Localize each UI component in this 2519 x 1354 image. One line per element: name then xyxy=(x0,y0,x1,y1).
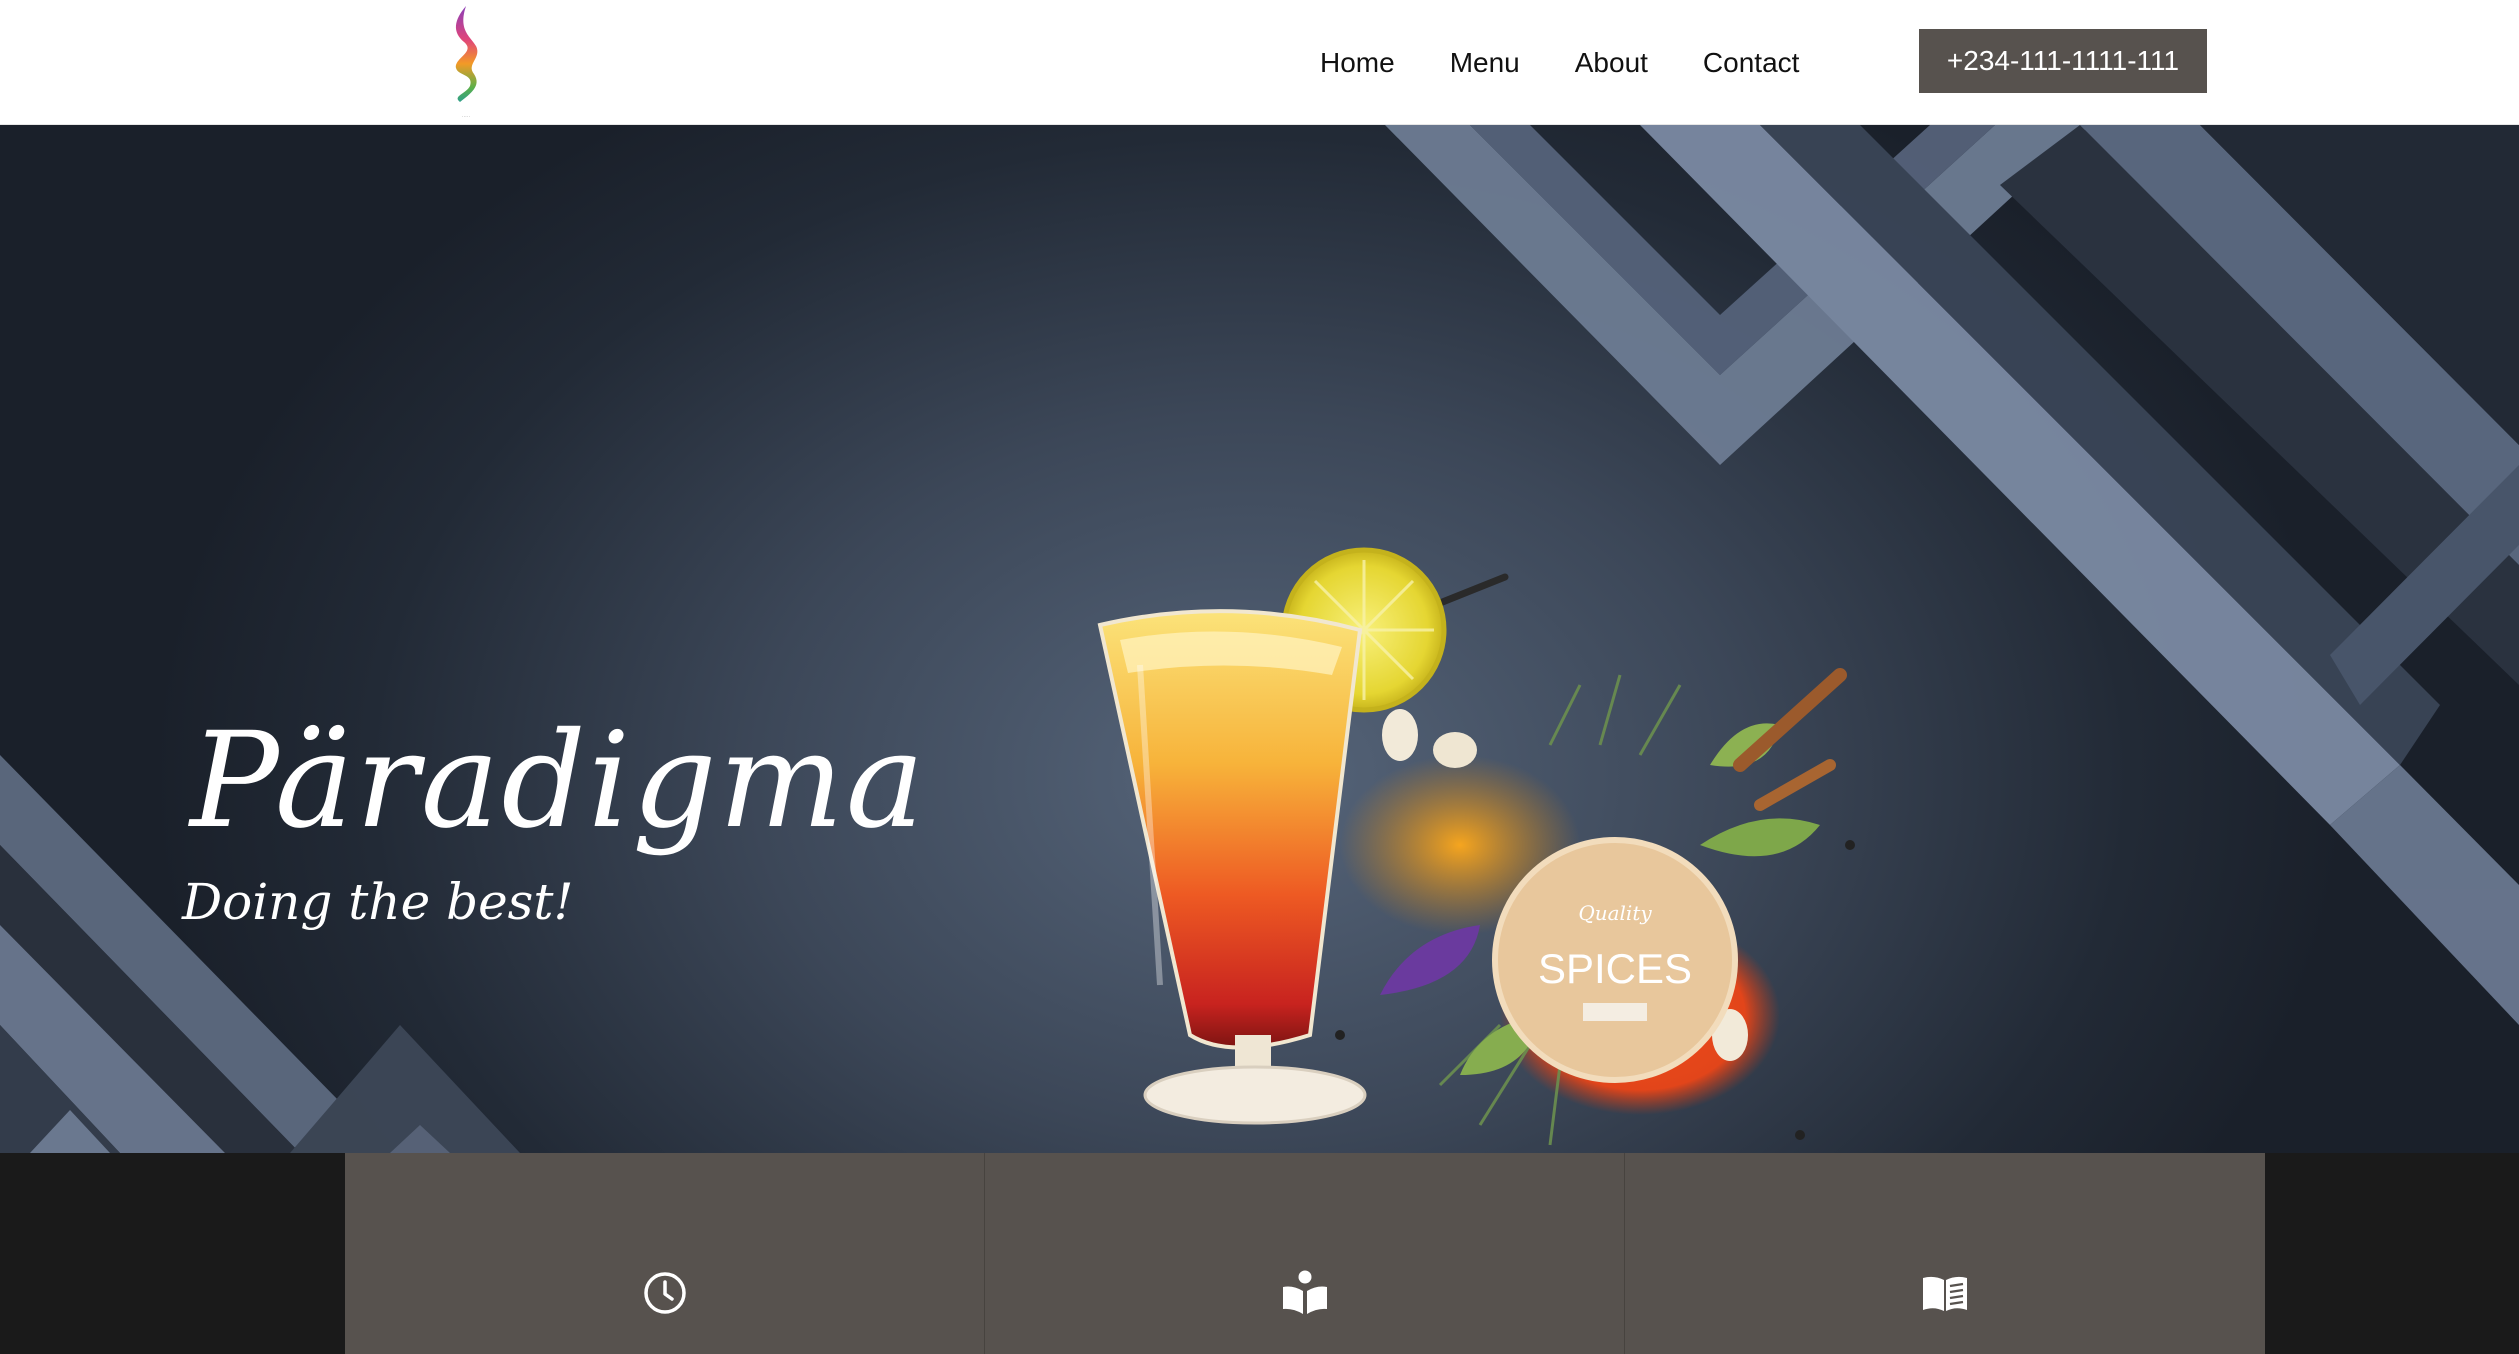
hero-tagline: Doing the best! xyxy=(182,873,574,931)
feature-card-menu[interactable] xyxy=(1625,1153,2265,1354)
spice-badge-main: SPICES xyxy=(1538,945,1692,992)
open-book-reader-icon xyxy=(1282,1270,1327,1314)
feature-card-hours[interactable] xyxy=(345,1153,985,1354)
hero-title: Päradigma xyxy=(190,704,927,858)
spice-badge-top: Quality xyxy=(1578,901,1652,925)
brand-logo-icon[interactable]: ····· xyxy=(436,2,496,122)
main-nav: Home Menu About Contact xyxy=(1320,0,1854,125)
nav-contact-link[interactable]: Contact xyxy=(1703,48,1800,77)
cocktail-spices-image: Quality SPICES xyxy=(1097,547,1855,1146)
svg-text:·····: ····· xyxy=(462,114,471,120)
phone-button[interactable]: +234-111-1111-111 xyxy=(1919,29,2207,93)
site-header: ····· Home Menu About Contact +234-111-1… xyxy=(0,0,2519,125)
feature-strip xyxy=(0,1153,2519,1354)
feature-card-reading[interactable] xyxy=(985,1153,1625,1354)
menu-book-icon xyxy=(1923,1276,1967,1311)
nav-about-link[interactable]: About xyxy=(1575,48,1648,77)
hero-banner: Päradigma Doing the best! Quality SPICES xyxy=(0,125,2519,1153)
nav-home-link[interactable]: Home xyxy=(1320,48,1395,77)
clock-icon xyxy=(643,1272,686,1314)
nav-menu-link[interactable]: Menu xyxy=(1450,48,1520,77)
